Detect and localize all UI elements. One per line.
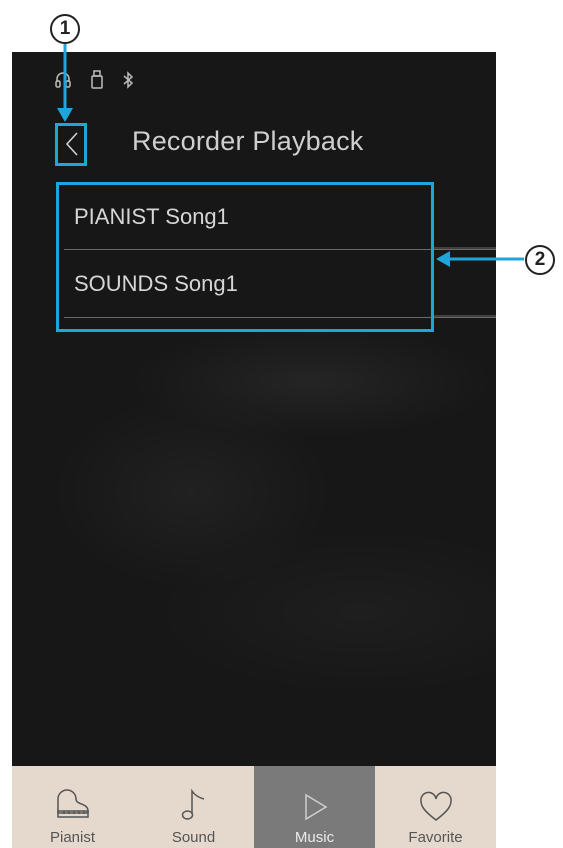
back-button-highlight <box>55 123 87 166</box>
music-note-icon <box>181 788 204 820</box>
play-icon <box>304 793 327 821</box>
status-bar <box>54 70 134 90</box>
tab-label: Sound <box>171 829 216 846</box>
tab-bar: Pianist Sound Music Favorite <box>12 766 496 848</box>
heart-icon <box>419 791 452 821</box>
annotation-marker-1: 1 <box>50 14 80 44</box>
usb-icon <box>90 70 104 90</box>
page-title: Recorder Playback <box>132 126 364 156</box>
headphones-icon <box>54 71 72 89</box>
tab-label: Favorite <box>408 829 463 846</box>
annotation-marker-2: 2 <box>525 245 555 275</box>
bluetooth-icon <box>122 70 134 90</box>
song-list-highlight <box>56 182 434 332</box>
tab-pianist[interactable]: Pianist <box>12 766 133 848</box>
tab-favorite[interactable]: Favorite <box>375 766 496 848</box>
tab-label: Pianist <box>49 829 96 846</box>
tab-sound[interactable]: Sound <box>133 766 254 848</box>
tab-music[interactable]: Music <box>254 766 375 848</box>
device-screen: Recorder Playback PIANIST Song1 SOUNDS S… <box>12 52 496 848</box>
tab-label: Music <box>294 829 335 846</box>
grand-piano-icon <box>56 789 89 818</box>
